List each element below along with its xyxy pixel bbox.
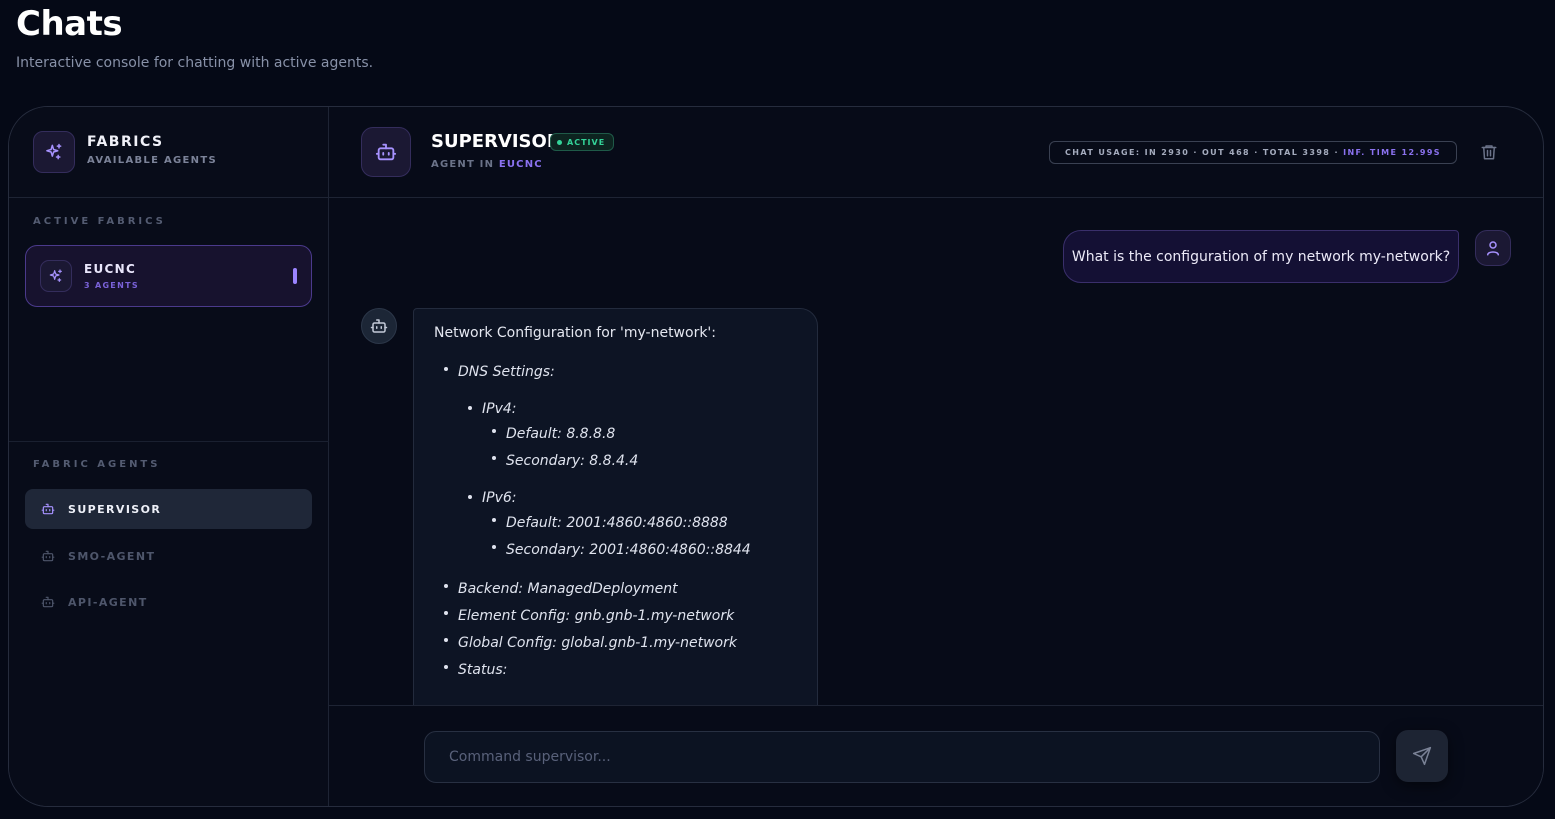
dns-list: IPv4: Default: 8.8.8.8 Secondary: 8.8.4.…	[458, 398, 797, 564]
bot-message: Network Configuration for 'my-network': …	[413, 308, 818, 705]
agent-label: SMO-AGENT	[68, 549, 156, 563]
chat-header: SUPERVISOR ACTIVE AGENT IN EUCNC CHAT US…	[329, 107, 1543, 198]
page-title: Chats	[16, 4, 123, 44]
ipv6-list: Default: 2001:4860:4860::8888 Secondary:…	[482, 510, 797, 564]
agent-fabric-info: AGENT IN EUCNC	[431, 159, 543, 170]
sidebar-subtitle: AVAILABLE AGENTS	[87, 155, 217, 166]
usage-counts: CHAT USAGE: IN 2930 · OUT 468 · TOTAL 33…	[1065, 148, 1339, 157]
inference-time: INF. TIME 12.99S	[1343, 148, 1441, 157]
command-input[interactable]	[424, 731, 1380, 783]
agent-fabric-name: EUCNC	[498, 159, 543, 170]
bot-icon	[41, 595, 55, 609]
message-composer	[329, 705, 1543, 806]
list-item: Element Config: gnb.gnb-1.my-network	[444, 603, 797, 630]
chat-usage-badge: CHAT USAGE: IN 2930 · OUT 468 · TOTAL 33…	[1049, 141, 1457, 164]
send-button[interactable]	[1396, 730, 1448, 782]
config-list: DNS Settings: IPv4: Default: 8.8.8.8 Sec…	[434, 359, 797, 684]
fabric-item-eucnc[interactable]: EUCNC 3 AGENTS	[25, 245, 312, 307]
list-item: Secondary: 8.8.4.4	[492, 448, 797, 475]
list-item: IPv4: Default: 8.8.8.8 Secondary: 8.8.4.…	[468, 398, 797, 475]
dns-settings-label: DNS Settings:	[458, 364, 555, 380]
user-icon	[1475, 230, 1511, 266]
status-text: ACTIVE	[567, 137, 606, 147]
status-badge: ACTIVE	[550, 133, 615, 151]
list-item: DNS Settings: IPv4: Default: 8.8.8.8 Sec…	[444, 359, 797, 564]
agent-label: SUPERVISOR	[68, 502, 162, 516]
bot-icon	[361, 308, 397, 344]
list-item: Default: 2001:4860:4860::8888	[492, 510, 797, 537]
list-item: Status:	[444, 657, 797, 684]
sparkles-icon	[33, 131, 75, 173]
sidebar-item-smo-agent[interactable]: SMO-AGENT	[25, 536, 312, 576]
sidebar-item-supervisor[interactable]: SUPERVISOR	[25, 489, 312, 529]
list-item: Secondary: 2001:4860:4860::8844	[492, 537, 797, 564]
status-dot	[557, 139, 562, 145]
ipv4-label: IPv4:	[482, 401, 517, 417]
bot-icon	[41, 502, 55, 516]
sidebar-divider	[9, 441, 329, 442]
fabric-name: EUCNC	[84, 262, 137, 276]
sidebar-item-api-agent[interactable]: API-AGENT	[25, 582, 312, 622]
bot-icon	[41, 549, 55, 563]
list-item: Default: 8.8.8.8	[492, 421, 797, 448]
sidebar-header: FABRICS AVAILABLE AGENTS	[9, 107, 329, 198]
selected-indicator	[293, 268, 297, 284]
user-message: What is the configuration of my network …	[1063, 230, 1459, 283]
list-item: IPv6: Default: 2001:4860:4860::8888 Seco…	[468, 487, 797, 564]
send-icon	[1412, 746, 1432, 766]
sparkles-icon	[40, 260, 72, 292]
trash-icon[interactable]	[1480, 143, 1498, 161]
fabric-agent-count: 3 AGENTS	[84, 281, 139, 290]
sidebar-title: FABRICS	[87, 134, 164, 150]
page-subtitle: Interactive console for chatting with ac…	[16, 55, 374, 71]
agent-in-label: AGENT IN	[431, 159, 495, 170]
message-list[interactable]: What is the configuration of my network …	[329, 198, 1543, 705]
fabric-agents-label: FABRIC AGENTS	[33, 459, 161, 470]
agent-title: SUPERVISOR	[431, 131, 561, 152]
chat-console: FABRICS AVAILABLE AGENTS ACTIVE FABRICS …	[8, 106, 1544, 807]
ipv6-label: IPv6:	[482, 490, 517, 506]
ipv4-list: Default: 8.8.8.8 Secondary: 8.8.4.4	[482, 421, 797, 475]
list-item: Global Config: global.gnb-1.my-network	[444, 630, 797, 657]
chat-panel: SUPERVISOR ACTIVE AGENT IN EUCNC CHAT US…	[329, 107, 1543, 806]
sidebar: FABRICS AVAILABLE AGENTS ACTIVE FABRICS …	[9, 107, 329, 806]
agent-label: API-AGENT	[68, 595, 148, 609]
active-fabrics-label: ACTIVE FABRICS	[33, 216, 166, 227]
bot-icon	[361, 127, 411, 177]
list-item: Backend: ManagedDeployment	[444, 576, 797, 603]
bot-message-intro: Network Configuration for 'my-network':	[434, 325, 716, 341]
